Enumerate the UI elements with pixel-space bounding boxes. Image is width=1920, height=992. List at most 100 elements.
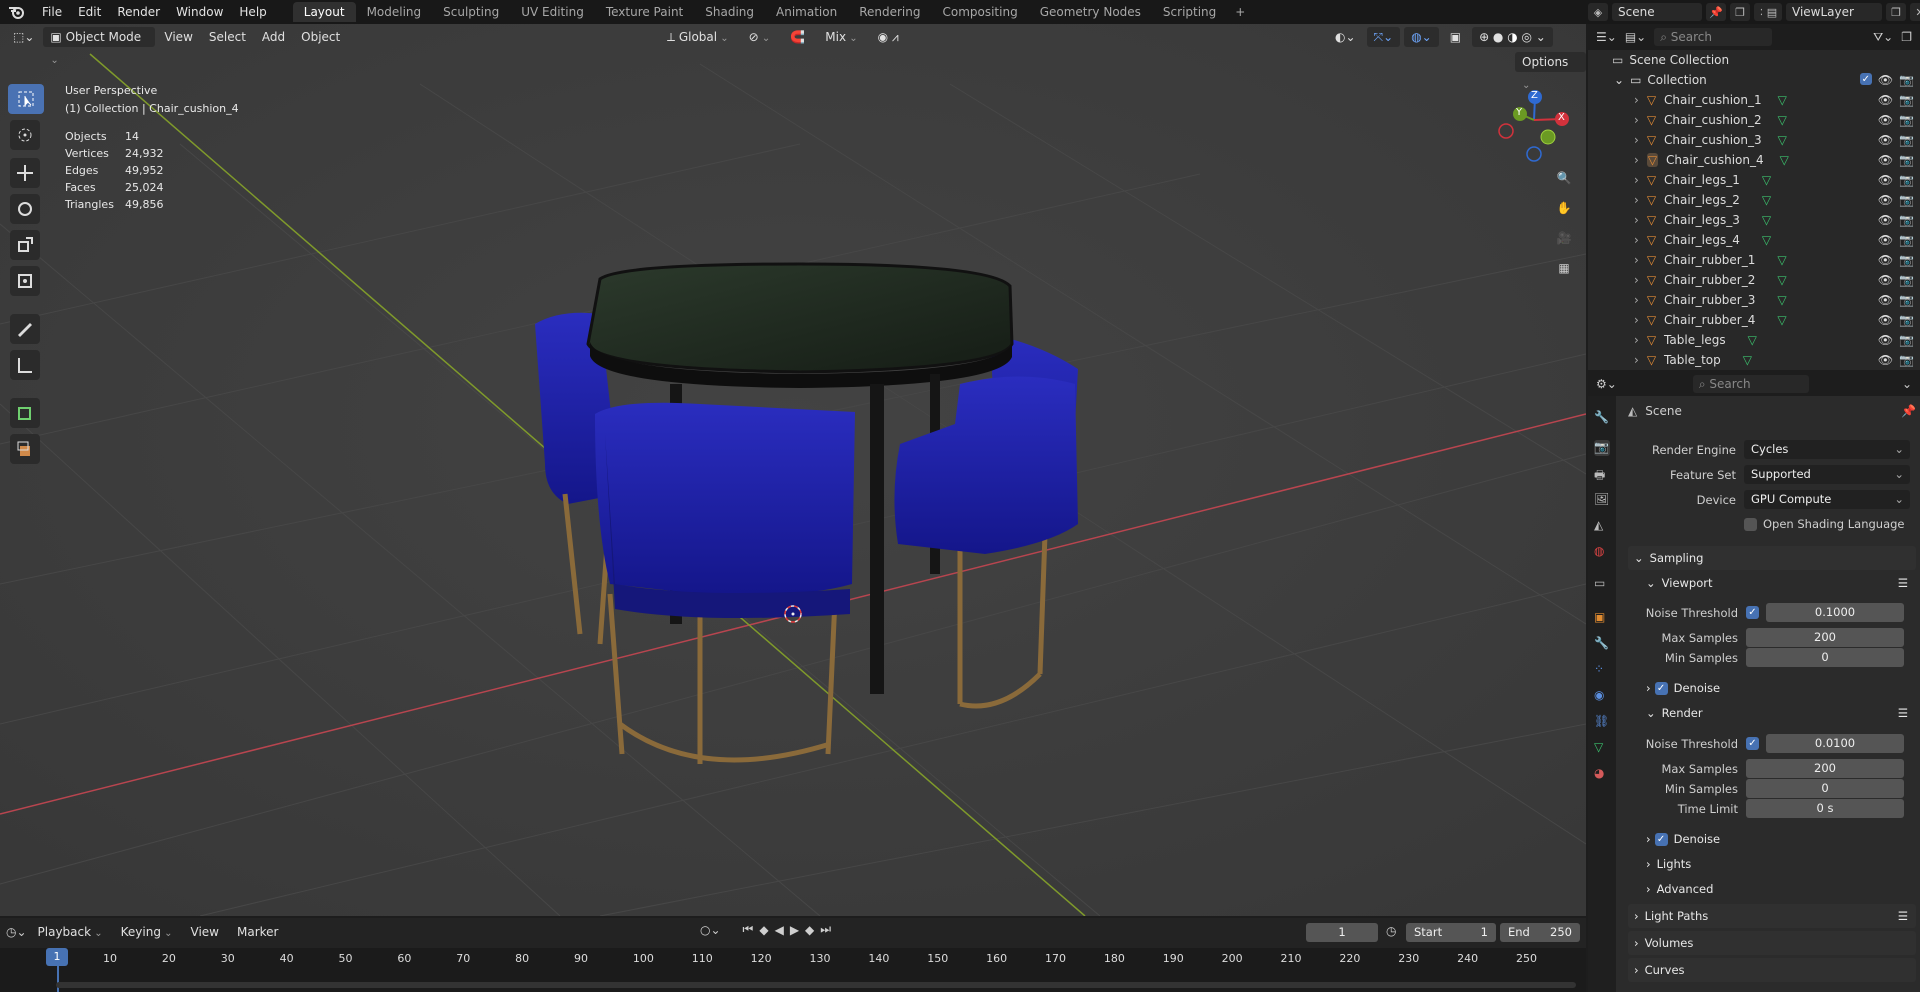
visibility-icon[interactable]: ◐⌄ [1328, 27, 1363, 47]
viewport-min-samples-field[interactable]: 0 [1746, 648, 1904, 667]
keying-menu[interactable]: Keying [114, 922, 180, 942]
feature-set-dropdown[interactable]: Supported [1744, 465, 1910, 484]
eye-icon[interactable]: 👁 [1878, 273, 1893, 287]
mode-dropdown[interactable]: ▣ Object Mode [43, 27, 156, 47]
menu-help[interactable]: Help [231, 0, 274, 24]
outliner-item[interactable]: › ▽ Chair_rubber_4 ▽ 👁 📷 [1588, 310, 1920, 330]
viewport-max-samples-field[interactable]: 200 [1746, 628, 1904, 647]
expand-icon[interactable]: › [1634, 213, 1639, 227]
transform-tool[interactable] [10, 266, 40, 296]
menu-window[interactable]: Window [168, 0, 231, 24]
extrude-tool[interactable] [10, 434, 40, 464]
render-camera-icon[interactable]: 📷 [1899, 213, 1914, 227]
lights-subpanel-header[interactable]: › Lights [1628, 852, 1916, 876]
time-limit-field[interactable]: 0 s [1746, 799, 1904, 818]
render-subpanel-header[interactable]: ⌄ Render ☰ [1628, 701, 1916, 725]
expand-icon[interactable]: › [1634, 93, 1639, 107]
play-icon[interactable]: ▶ [790, 923, 799, 937]
expand-icon[interactable]: › [1634, 133, 1639, 147]
start-frame-field[interactable]: Start 1 [1406, 923, 1496, 942]
tab-compositing[interactable]: Compositing [931, 2, 1028, 22]
viewport-denoise-header[interactable]: › ✓ Denoise [1628, 676, 1916, 700]
eye-icon[interactable]: 👁 [1878, 93, 1893, 107]
outliner-item[interactable]: › ▽ Chair_cushion_2 ▽ 👁 📷 [1588, 110, 1920, 130]
pin-icon[interactable]: 📌 [1706, 3, 1726, 21]
eye-icon[interactable]: 👁 [1878, 233, 1893, 247]
editor-type-button[interactable]: ⬚⌄ [6, 27, 41, 47]
tab-layout[interactable]: Layout [292, 2, 356, 22]
expand-icon[interactable]: › [1634, 253, 1639, 267]
menu-render[interactable]: Render [109, 0, 168, 24]
timeline-editor-icon[interactable]: ◷⌄ [6, 925, 27, 939]
new-scene-icon[interactable]: ❐ [1730, 3, 1750, 21]
viewport-denoise-checkbox[interactable]: ✓ [1654, 681, 1668, 695]
sampling-panel-header[interactable]: ⌄ Sampling [1628, 546, 1916, 570]
eye-icon[interactable]: 👁 [1878, 313, 1893, 327]
render-camera-icon[interactable]: 📷 [1899, 273, 1914, 287]
view-layer-tab-icon[interactable]: 🖼 [1594, 492, 1610, 508]
jump-keyframe-back-icon[interactable]: ◆ [759, 923, 768, 937]
outliner-item[interactable]: › ▽ Table_top ▽ 👁 📷 [1588, 350, 1920, 370]
record-icon[interactable]: ○⌄ [700, 923, 721, 937]
expand-icon[interactable]: › [1634, 233, 1639, 247]
new-collection-icon[interactable]: ❐ [1901, 30, 1912, 44]
scale-tool[interactable] [10, 230, 40, 260]
gizmo-y-label[interactable]: Y [1516, 107, 1522, 118]
tab-rendering[interactable]: Rendering [848, 2, 931, 22]
eye-icon[interactable]: 👁 [1878, 73, 1893, 87]
end-frame-field[interactable]: End 250 [1500, 923, 1580, 942]
eye-icon[interactable]: 👁 [1878, 333, 1893, 347]
pivot-dropdown[interactable]: ⊘ [742, 27, 778, 47]
render-denoise-checkbox[interactable]: ✓ [1654, 832, 1668, 846]
view-layer-icon[interactable]: ▤ [1762, 3, 1782, 21]
render-noise-checkbox[interactable]: ✓ [1746, 737, 1759, 750]
render-camera-icon[interactable]: 📷 [1899, 253, 1914, 267]
outliner-item[interactable]: › ▽ Chair_rubber_3 ▽ 👁 📷 [1588, 290, 1920, 310]
expand-icon[interactable]: › [1634, 173, 1639, 187]
render-camera-icon[interactable]: 📷 [1899, 293, 1914, 307]
render-noise-threshold-field[interactable]: 0.0100 [1766, 734, 1904, 753]
scene-tab-icon[interactable]: ◭ [1594, 518, 1610, 534]
blender-logo-icon[interactable] [0, 0, 34, 24]
eye-icon[interactable]: 👁 [1878, 193, 1893, 207]
view-layer-field[interactable]: ViewLayer [1786, 3, 1882, 21]
menu-object[interactable]: Object [294, 27, 347, 47]
eye-icon[interactable]: 👁 [1878, 113, 1893, 127]
panel-menu-icon[interactable]: ☰ [1898, 909, 1908, 923]
expand-icon[interactable]: › [1634, 313, 1639, 327]
viewport-noise-threshold-field[interactable]: 0.1000 [1766, 603, 1904, 622]
render-denoise-header[interactable]: › ✓ Denoise [1628, 827, 1916, 851]
playhead[interactable]: 1 [46, 948, 68, 966]
eye-icon[interactable]: 👁 [1878, 353, 1893, 367]
outliner-item[interactable]: › ▽ Chair_legs_2 ▽ 👁 📷 [1588, 190, 1920, 210]
render-camera-icon[interactable]: 📷 [1899, 153, 1914, 167]
view-menu[interactable]: View [184, 922, 226, 942]
display-mode-icon[interactable]: ▤⌄ [1625, 30, 1646, 44]
expand-icon[interactable]: › [1634, 273, 1639, 287]
outliner-item[interactable]: › ▽ Chair_legs_1 ▽ 👁 📷 [1588, 170, 1920, 190]
collection-tab-icon[interactable]: ▭ [1594, 576, 1610, 592]
shading-modes[interactable]: ⊕ ● ◑ ◎ ⌄ [1472, 27, 1553, 47]
material-tab-icon[interactable]: ◕ [1594, 766, 1610, 782]
render-tab-icon[interactable]: 📷 [1594, 440, 1610, 456]
collection-row[interactable]: ⌄ ▭ Collection ✓ 👁 📷 [1588, 70, 1920, 90]
eye-icon[interactable]: 👁 [1878, 173, 1893, 187]
outliner-item[interactable]: › ▽ Chair_cushion_3 ▽ 👁 📷 [1588, 130, 1920, 150]
device-dropdown[interactable]: GPU Compute [1744, 490, 1910, 509]
outliner-item[interactable]: › ▽ Chair_cushion_4 ▽ 👁 📷 [1588, 150, 1920, 170]
tab-shading[interactable]: Shading [694, 2, 765, 22]
delete-view-layer-icon[interactable]: ✕ [1910, 3, 1920, 21]
outliner-item[interactable]: › ▽ Chair_rubber_1 ▽ 👁 📷 [1588, 250, 1920, 270]
pin-icon[interactable]: 📌 [1901, 404, 1916, 418]
eye-icon[interactable]: 👁 [1878, 153, 1893, 167]
outliner-item[interactable]: › ▽ Chair_legs_3 ▽ 👁 📷 [1588, 210, 1920, 230]
panel-menu-icon[interactable]: ☰ [1898, 706, 1908, 720]
render-camera-icon[interactable]: 📷 [1899, 193, 1914, 207]
annotate-tool[interactable] [10, 314, 40, 344]
properties-options-icon[interactable]: ⌄ [1902, 377, 1912, 391]
play-reverse-icon[interactable]: ◀ [775, 923, 784, 937]
world-tab-icon[interactable]: ◍ [1594, 544, 1610, 560]
xray-toggle-icon[interactable]: ▣ [1443, 27, 1468, 47]
collapse-icon[interactable]: ⌄ [1614, 73, 1624, 87]
eye-icon[interactable]: 👁 [1878, 253, 1893, 267]
